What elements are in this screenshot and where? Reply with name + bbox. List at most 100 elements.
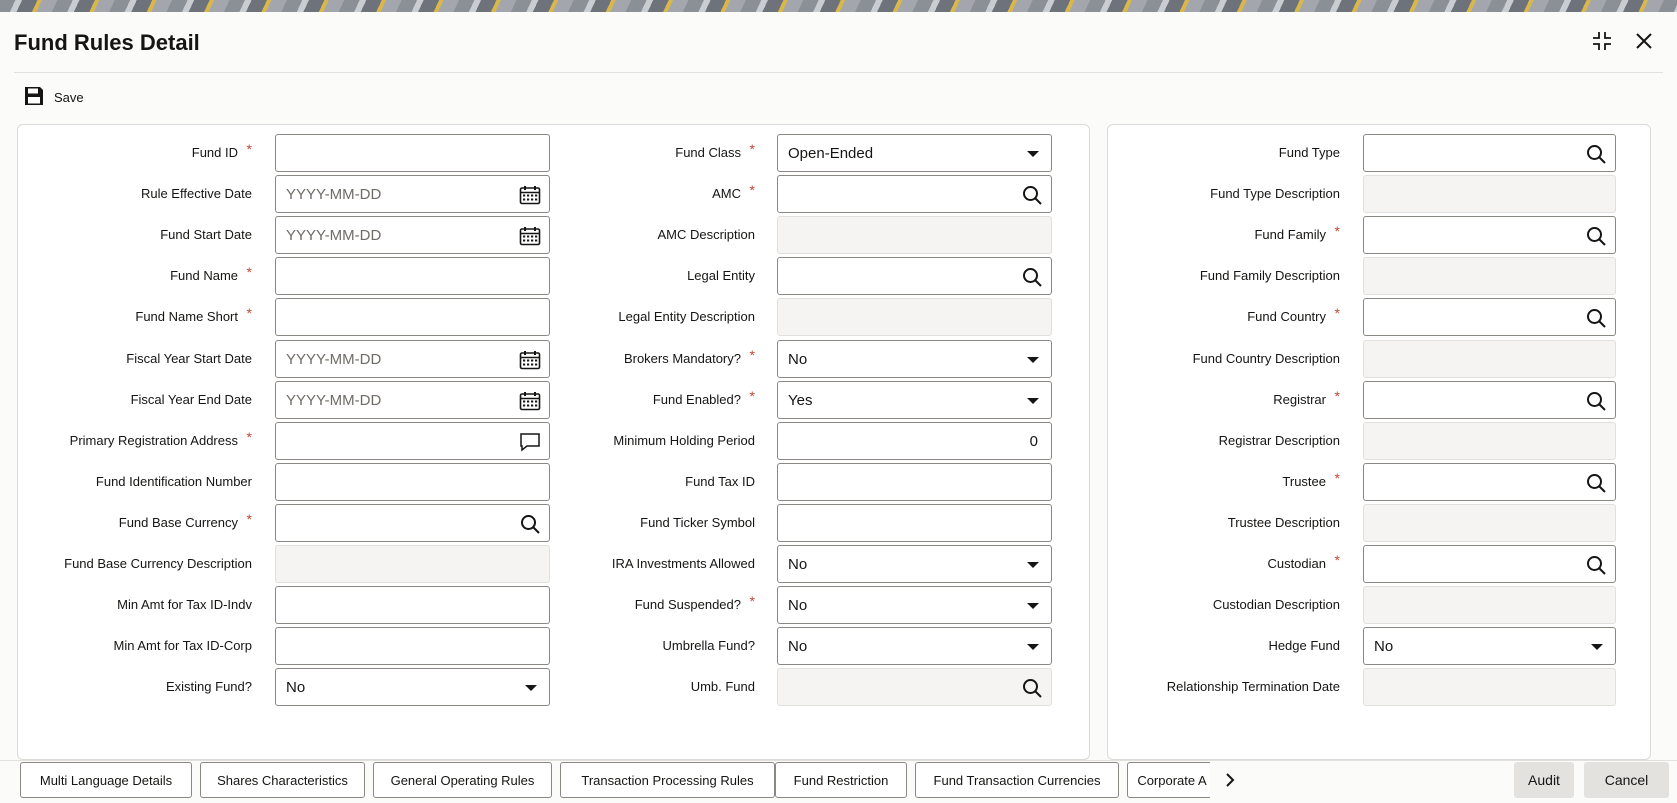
fiscal-year-start-date-date-field[interactable]: YYYY-MM-DD	[275, 340, 550, 378]
relationship-termination-date-readonly-field	[1363, 668, 1616, 706]
amc-label: AMC *	[712, 182, 755, 201]
search-icon[interactable]	[1585, 143, 1607, 165]
calendar-icon[interactable]	[519, 390, 541, 412]
custodian-description-label: Custodian Description	[1213, 597, 1340, 612]
search-icon[interactable]	[1585, 472, 1607, 494]
amc-label-text: AMC	[712, 186, 741, 201]
tab-fund-transaction-currencies[interactable]: Fund Transaction Currencies	[915, 762, 1119, 798]
registrar-lookup-field[interactable]	[1363, 381, 1616, 419]
legal-entity-label: Legal Entity	[687, 268, 755, 283]
search-icon[interactable]	[1585, 225, 1607, 247]
fund-class-select[interactable]: Open-Ended	[777, 134, 1052, 172]
sub-screen-tabs: Multi Language Details Shares Characteris…	[0, 760, 1210, 803]
hedge-fund-label-text: Hedge Fund	[1268, 638, 1340, 653]
registrar-label: Registrar *	[1273, 388, 1340, 407]
search-icon[interactable]	[1021, 184, 1043, 206]
existing-fund-value: No	[286, 678, 306, 696]
fund-enabled-select[interactable]: Yes	[777, 381, 1052, 419]
fund-base-currency-lookup-field[interactable]	[275, 504, 550, 542]
tab-corporate-a[interactable]: Corporate A	[1127, 762, 1210, 798]
chevron-down-icon	[1027, 603, 1039, 609]
fiscal-year-end-date-date-field[interactable]: YYYY-MM-DD	[275, 381, 550, 419]
minimum-holding-period-number-field[interactable]: 0	[777, 422, 1052, 460]
existing-fund-label: Existing Fund?	[166, 679, 252, 694]
fund-identification-number-field[interactable]	[275, 463, 550, 501]
custodian-lookup-field[interactable]	[1363, 545, 1616, 583]
tab-shares-characteristics[interactable]: Shares Characteristics	[200, 762, 365, 798]
trustee-description-label: Trustee Description	[1228, 515, 1340, 530]
search-icon[interactable]	[1585, 554, 1607, 576]
required-indicator: *	[246, 511, 252, 527]
fund-country-lookup-field[interactable]	[1363, 298, 1616, 336]
fiscal-year-start-date-label-text: Fiscal Year Start Date	[126, 351, 252, 366]
fund-suspended-value: No	[788, 596, 808, 614]
hedge-fund-label: Hedge Fund	[1268, 638, 1340, 653]
search-icon[interactable]	[519, 513, 541, 535]
umb-fund-lookup-field[interactable]	[777, 668, 1052, 706]
fund-ticker-symbol-field[interactable]	[777, 504, 1052, 542]
trustee-description-readonly-field	[1363, 504, 1616, 542]
comment-icon[interactable]	[519, 431, 541, 453]
calendar-icon[interactable]	[519, 349, 541, 371]
fund-name-short-field[interactable]	[275, 298, 550, 336]
fund-identification-number-label: Fund Identification Number	[96, 474, 252, 489]
fund-name-short-label-text: Fund Name Short	[135, 309, 238, 324]
umbrella-fund-select[interactable]: No	[777, 627, 1052, 665]
rule-effective-date-date-field[interactable]: YYYY-MM-DD	[275, 175, 550, 213]
save-button[interactable]: Save	[24, 86, 84, 109]
legal-entity-lookup-field[interactable]	[777, 257, 1052, 295]
cancel-button[interactable]: Cancel	[1584, 762, 1669, 798]
min-amt-for-tax-id-corp-field[interactable]	[275, 627, 550, 665]
fund-family-lookup-field[interactable]	[1363, 216, 1616, 254]
fund-start-date-label: Fund Start Date	[160, 227, 252, 242]
hedge-fund-select[interactable]: No	[1363, 627, 1616, 665]
amc-lookup-field[interactable]	[777, 175, 1052, 213]
audit-button[interactable]: Audit	[1514, 762, 1574, 798]
fund-class-value: Open-Ended	[788, 144, 874, 162]
fund-type-lookup-field[interactable]	[1363, 134, 1616, 172]
fund-name-label: Fund Name *	[170, 264, 252, 283]
umbrella-fund-label: Umbrella Fund?	[663, 638, 756, 653]
tab-fund-restriction[interactable]: Fund Restriction	[775, 762, 907, 798]
tab-general-operating-rules[interactable]: General Operating Rules	[373, 762, 552, 798]
legal-entity-description-label-text: Legal Entity Description	[618, 309, 755, 324]
brokers-mandatory-select[interactable]: No	[777, 340, 1052, 378]
fund-tax-id-field[interactable]	[777, 463, 1052, 501]
calendar-icon[interactable]	[519, 184, 541, 206]
tab-transaction-processing-rules[interactable]: Transaction Processing Rules	[560, 762, 775, 798]
minimize-icon[interactable]	[1591, 30, 1613, 52]
min-amt-for-tax-id-indv-field[interactable]	[275, 586, 550, 624]
fund-suspended-select[interactable]: No	[777, 586, 1052, 624]
primary-registration-address-label-text: Primary Registration Address	[69, 433, 238, 448]
calendar-icon[interactable]	[519, 225, 541, 247]
fund-id-field[interactable]	[275, 134, 550, 172]
search-icon[interactable]	[1585, 307, 1607, 329]
fund-family-description-readonly-field	[1363, 257, 1616, 295]
chevron-right-icon[interactable]	[1218, 768, 1242, 792]
fund-name-field[interactable]	[275, 257, 550, 295]
custodian-description-readonly-field	[1363, 586, 1616, 624]
legal-entity-label-text: Legal Entity	[687, 268, 755, 283]
fund-tax-id-label: Fund Tax ID	[685, 474, 755, 489]
ira-investments-allowed-select[interactable]: No	[777, 545, 1052, 583]
required-indicator: *	[1334, 470, 1340, 486]
fund-id-label-text: Fund ID	[191, 145, 238, 160]
search-icon[interactable]	[1585, 390, 1607, 412]
existing-fund-select[interactable]: No	[275, 668, 550, 706]
legal-entity-description-label: Legal Entity Description	[618, 309, 755, 324]
trustee-lookup-field[interactable]	[1363, 463, 1616, 501]
tab-multi-language-details[interactable]: Multi Language Details	[20, 762, 192, 798]
amc-description-label-text: AMC Description	[657, 227, 755, 242]
required-indicator: *	[749, 388, 755, 404]
search-icon[interactable]	[1021, 266, 1043, 288]
primary-registration-address-field[interactable]	[275, 422, 550, 460]
fund-family-label: Fund Family *	[1254, 223, 1340, 242]
close-icon[interactable]	[1633, 30, 1655, 52]
fund-start-date-date-field[interactable]: YYYY-MM-DD	[275, 216, 550, 254]
fund-enabled-value: Yes	[788, 391, 813, 409]
top-banner	[0, 0, 1677, 12]
fund-country-description-readonly-field	[1363, 340, 1616, 378]
trustee-label-text: Trustee	[1282, 474, 1326, 489]
fund-base-currency-label-text: Fund Base Currency	[118, 515, 238, 530]
search-icon[interactable]	[1021, 677, 1043, 699]
